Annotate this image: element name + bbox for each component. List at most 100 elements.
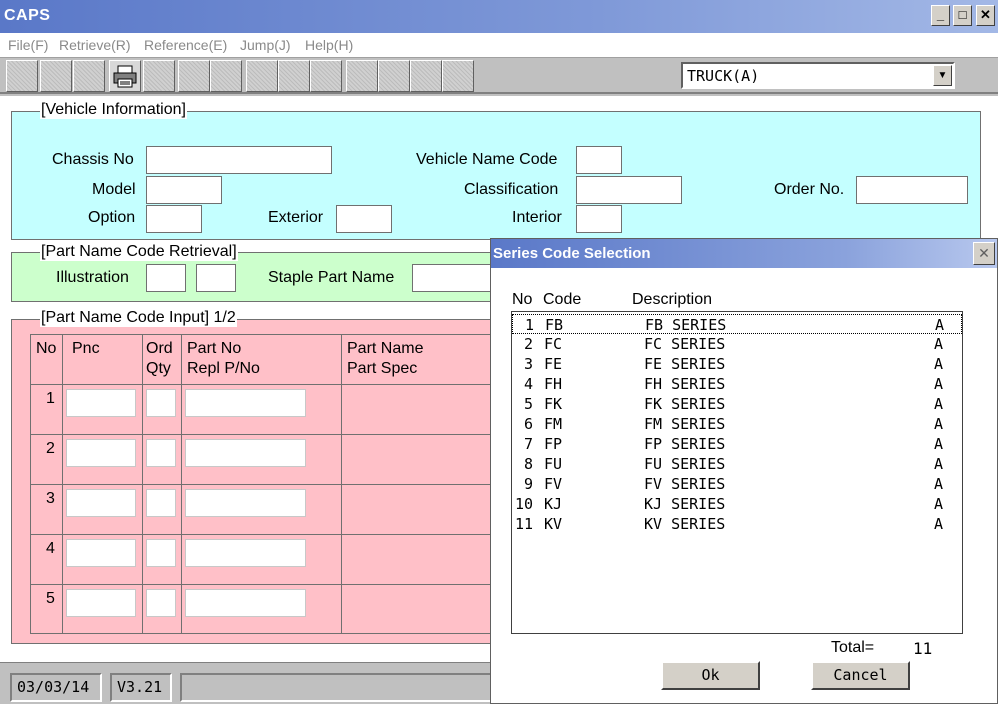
exterior-input[interactable] bbox=[336, 205, 392, 233]
list-item[interactable]: 11 KV KV SERIES A bbox=[512, 514, 962, 534]
toolbar-button-1[interactable] bbox=[6, 60, 38, 92]
toolbar-button-5[interactable] bbox=[143, 60, 175, 92]
menu-help[interactable]: Help(H) bbox=[305, 37, 353, 53]
printer-icon bbox=[113, 65, 137, 88]
illustration-input-2[interactable] bbox=[196, 264, 236, 292]
qty-input[interactable] bbox=[146, 389, 176, 417]
item-description: FU SERIES bbox=[644, 455, 726, 473]
interior-input[interactable] bbox=[576, 205, 622, 233]
item-flag: A bbox=[934, 495, 944, 513]
list-item[interactable]: 7 FP FP SERIES A bbox=[512, 434, 962, 454]
item-code: FU bbox=[544, 455, 563, 473]
vehicle-name-code-input[interactable] bbox=[576, 146, 622, 174]
item-code: FE bbox=[544, 355, 563, 373]
part-no-input[interactable] bbox=[185, 589, 306, 617]
close-button[interactable]: ✕ bbox=[976, 5, 995, 26]
list-item[interactable]: 9 FV FV SERIES A bbox=[512, 474, 962, 494]
list-item[interactable]: 5 FK FK SERIES A bbox=[512, 394, 962, 414]
part-no-input[interactable] bbox=[185, 439, 306, 467]
item-description: FK SERIES bbox=[644, 395, 726, 413]
col-header-no: No bbox=[36, 340, 57, 357]
toolbar-button-9[interactable] bbox=[278, 60, 310, 92]
pnc-input[interactable] bbox=[66, 489, 136, 517]
item-flag: A bbox=[934, 455, 944, 473]
item-no: 10 bbox=[515, 495, 534, 513]
menu-jump[interactable]: Jump(J) bbox=[240, 37, 291, 53]
item-flag: A bbox=[934, 415, 944, 433]
item-flag: A bbox=[934, 395, 944, 413]
item-no: 6 bbox=[524, 415, 534, 433]
toolbar-button-12[interactable] bbox=[378, 60, 410, 92]
qty-input[interactable] bbox=[146, 589, 176, 617]
item-no: 11 bbox=[515, 515, 534, 533]
list-item[interactable]: 2 FC FC SERIES A bbox=[512, 334, 962, 354]
toolbar-button-13[interactable] bbox=[410, 60, 442, 92]
dialog-title: Series Code Selection bbox=[493, 245, 651, 262]
list-header-no: No bbox=[512, 291, 533, 308]
list-item[interactable]: 6 FM FM SERIES A bbox=[512, 414, 962, 434]
ok-button[interactable]: Ok bbox=[661, 661, 760, 690]
illustration-input-1[interactable] bbox=[146, 264, 186, 292]
toolbar: TRUCK(A) ▼ bbox=[0, 58, 998, 94]
item-flag: A bbox=[934, 375, 944, 393]
toolbar-button-2[interactable] bbox=[40, 60, 72, 92]
dialog-title-bar[interactable]: Series Code Selection ✕ bbox=[491, 239, 997, 268]
toolbar-button-6[interactable] bbox=[178, 60, 210, 92]
part-no-input[interactable] bbox=[185, 389, 306, 417]
classification-input[interactable] bbox=[576, 176, 682, 204]
pnc-input[interactable] bbox=[66, 539, 136, 567]
vehicle-type-dropdown[interactable]: TRUCK(A) ▼ bbox=[681, 62, 955, 89]
menu-retrieve[interactable]: Retrieve(R) bbox=[59, 37, 131, 53]
maximize-button[interactable]: □ bbox=[953, 5, 972, 26]
model-input[interactable] bbox=[146, 176, 222, 204]
vehicle-info-title: [Vehicle Information] bbox=[40, 101, 187, 119]
menu-reference[interactable]: Reference(E) bbox=[144, 37, 227, 53]
list-item[interactable]: 4 FH FH SERIES A bbox=[512, 374, 962, 394]
toolbar-button-14[interactable] bbox=[442, 60, 474, 92]
qty-input[interactable] bbox=[146, 439, 176, 467]
list-header-description: Description bbox=[632, 291, 713, 308]
part-no-input[interactable] bbox=[185, 489, 306, 517]
menu-file[interactable]: File(F) bbox=[8, 37, 48, 53]
list-item[interactable]: 10 KJ KJ SERIES A bbox=[512, 494, 962, 514]
order-no-input[interactable] bbox=[856, 176, 968, 204]
item-no: 2 bbox=[524, 335, 534, 353]
list-item[interactable]: 3 FE FE SERIES A bbox=[512, 354, 962, 374]
pnc-input[interactable] bbox=[66, 439, 136, 467]
series-code-list[interactable]: 1 FB FB SERIES A 2 FC FC SERIES A 3 FE F… bbox=[511, 311, 963, 634]
title-bar[interactable]: CAPS _ □ ✕ bbox=[0, 0, 998, 33]
chassis-no-input[interactable] bbox=[146, 146, 332, 174]
qty-input[interactable] bbox=[146, 489, 176, 517]
list-item[interactable]: 8 FU FU SERIES A bbox=[512, 454, 962, 474]
toolbar-button-7[interactable] bbox=[210, 60, 242, 92]
staple-part-name-input[interactable] bbox=[412, 264, 502, 292]
toolbar-button-print[interactable] bbox=[109, 60, 141, 92]
item-description: FP SERIES bbox=[644, 435, 726, 453]
pnc-input[interactable] bbox=[66, 589, 136, 617]
col-header-ord: Ord bbox=[146, 340, 173, 357]
close-icon[interactable]: ✕ bbox=[973, 242, 995, 265]
item-no: 3 bbox=[524, 355, 534, 373]
toolbar-button-11[interactable] bbox=[346, 60, 378, 92]
status-version: V3.21 bbox=[110, 673, 172, 702]
pnc-input[interactable] bbox=[66, 389, 136, 417]
total-value: 11 bbox=[913, 639, 933, 658]
qty-input[interactable] bbox=[146, 539, 176, 567]
cancel-button[interactable]: Cancel bbox=[811, 661, 910, 690]
chevron-down-icon[interactable]: ▼ bbox=[933, 65, 952, 86]
item-no: 4 bbox=[524, 375, 534, 393]
option-input[interactable] bbox=[146, 205, 202, 233]
item-code: KV bbox=[544, 515, 563, 533]
col-header-part-no: Part No bbox=[187, 340, 242, 357]
list-item[interactable]: 1 FB FB SERIES A bbox=[512, 314, 962, 334]
minimize-button[interactable]: _ bbox=[931, 5, 950, 26]
part-input-table: No Pnc Ord Qty Part No Repl P/No Part Na… bbox=[30, 334, 500, 634]
item-no: 8 bbox=[524, 455, 534, 473]
toolbar-button-10[interactable] bbox=[310, 60, 342, 92]
part-no-input[interactable] bbox=[185, 539, 306, 567]
toolbar-button-3[interactable] bbox=[73, 60, 105, 92]
row-number: 4 bbox=[46, 540, 55, 557]
item-description: KV SERIES bbox=[644, 515, 726, 533]
item-code: FC bbox=[544, 335, 563, 353]
toolbar-button-8[interactable] bbox=[246, 60, 278, 92]
